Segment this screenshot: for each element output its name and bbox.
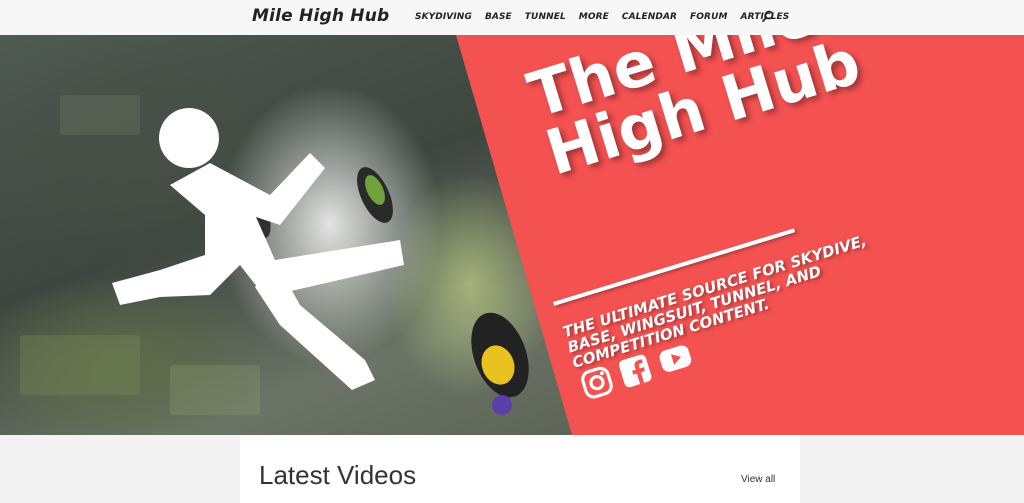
hero-graphics <box>112 35 1024 435</box>
skydiver-figure <box>357 167 393 223</box>
nav-tunnel[interactable]: TUNNEL <box>525 12 566 22</box>
falling-person-icon <box>112 108 404 390</box>
nav-skydiving[interactable]: SKYDIVING <box>415 12 472 22</box>
nav-base[interactable]: BASE <box>485 12 512 22</box>
nav-forum[interactable]: FORUM <box>690 12 728 22</box>
section-title: Latest Videos <box>259 460 417 490</box>
section-background <box>800 435 1024 503</box>
main-nav: SKYDIVING BASE TUNNEL MORE CALENDAR FORU… <box>415 12 802 22</box>
nav-calendar[interactable]: CALENDAR <box>622 12 677 22</box>
view-all-link[interactable]: View all <box>741 474 775 485</box>
skydiver-figure <box>471 312 529 415</box>
hero-banner: The Mile High Hub THE ULTIMATE SOURCE FO… <box>0 35 1024 435</box>
nav-more[interactable]: MORE <box>579 12 609 22</box>
red-diagonal-panel <box>456 35 1024 435</box>
search-icon[interactable] <box>762 10 774 22</box>
section-background <box>0 435 240 503</box>
site-header: Mile High Hub SKYDIVING BASE TUNNEL MORE… <box>0 0 1024 36</box>
site-logo[interactable]: Mile High Hub <box>252 6 389 26</box>
